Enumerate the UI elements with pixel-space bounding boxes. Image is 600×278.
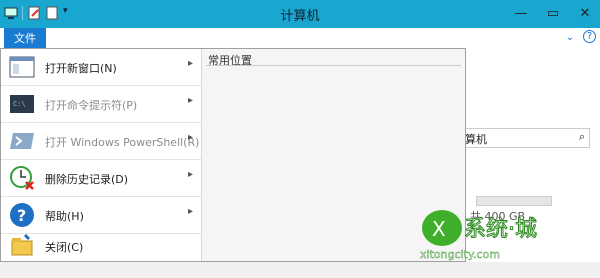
help-icon: ? — [9, 202, 35, 228]
close-folder-icon — [9, 233, 35, 259]
svg-text:?: ? — [17, 206, 26, 225]
search-text: 算机 — [465, 133, 487, 146]
menu-item-open-powershell: 打开 Windows PowerShell(R) ▸ — [1, 123, 201, 159]
expand-ribbon-icon[interactable]: ⌄ — [563, 30, 577, 44]
menu-item-close[interactable]: 关闭(C) — [1, 228, 201, 264]
submenu-arrow-icon: ▸ — [187, 169, 193, 180]
powershell-icon — [9, 128, 35, 154]
ribbon-tab-bar — [0, 28, 600, 48]
minimize-icon[interactable]: — — [512, 4, 530, 22]
submenu-arrow-icon: ▸ — [187, 95, 193, 106]
svg-text:C:\: C:\ — [13, 100, 26, 108]
title-bar: ▾ 计算机 — ▭ ✕ — [0, 0, 600, 28]
file-menu-commands: 打开新窗口(N) ▸ C:\ 打开命令提示符(P) ▸ 打开 Windows P… — [1, 49, 201, 261]
tab-file[interactable]: 文件 — [4, 28, 46, 48]
heading-divider — [206, 65, 461, 66]
submenu-arrow-icon: ▸ — [187, 206, 193, 217]
ribbon-right-controls: ⌄ ? — [563, 30, 596, 44]
watermark-logo: X 系统·城 xitongcity.com — [412, 200, 592, 270]
menu-item-delete-history[interactable]: 删除历史记录(D) ▸ — [1, 160, 201, 196]
file-menu: 打开新窗口(N) ▸ C:\ 打开命令提示符(P) ▸ 打开 Windows P… — [0, 48, 466, 262]
help-small-icon[interactable]: ? — [583, 30, 596, 43]
svg-text:xitongcity.com: xitongcity.com — [420, 248, 500, 261]
window-title: 计算机 — [280, 9, 320, 24]
cmd-icon: C:\ — [9, 91, 35, 117]
window-controls: — ▭ ✕ — [512, 4, 594, 22]
submenu-arrow-icon: ▸ — [187, 58, 193, 69]
submenu-arrow-icon: ▸ — [187, 132, 193, 143]
menu-item-open-command-prompt: C:\ 打开命令提示符(P) ▸ — [1, 86, 201, 122]
search-icon[interactable]: ⌕ — [579, 130, 585, 144]
search-input[interactable]: 算机 ⌕ — [458, 128, 590, 148]
svg-text:系统·城: 系统·城 — [464, 217, 537, 242]
close-icon[interactable]: ✕ — [576, 4, 594, 22]
svg-text:X: X — [432, 217, 446, 241]
menu-item-open-new-window[interactable]: 打开新窗口(N) ▸ — [1, 49, 201, 85]
window-icon — [9, 54, 35, 80]
maximize-icon[interactable]: ▭ — [544, 4, 562, 22]
clear-history-icon — [9, 165, 35, 191]
